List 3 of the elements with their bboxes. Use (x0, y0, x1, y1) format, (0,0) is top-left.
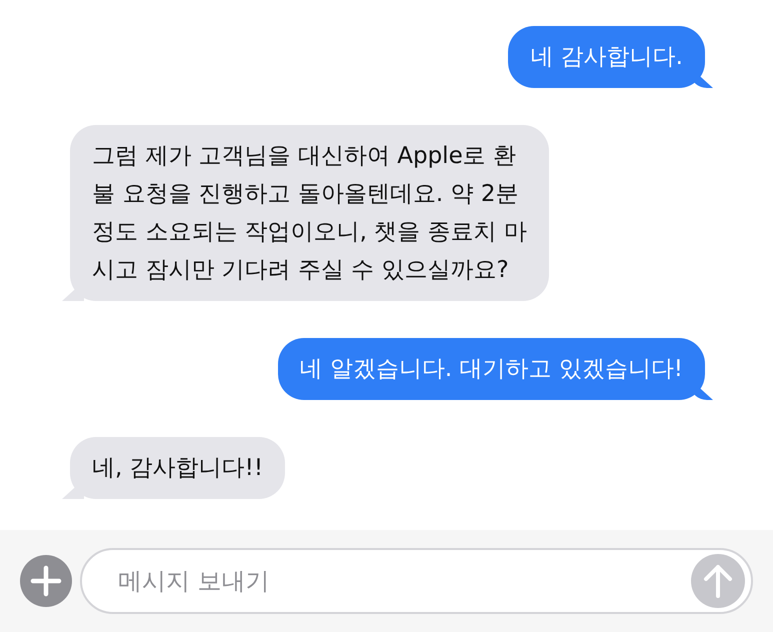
add-icon[interactable] (20, 555, 72, 607)
message-field[interactable]: 메시지 보내기 (80, 548, 753, 614)
send-icon[interactable] (691, 554, 745, 608)
